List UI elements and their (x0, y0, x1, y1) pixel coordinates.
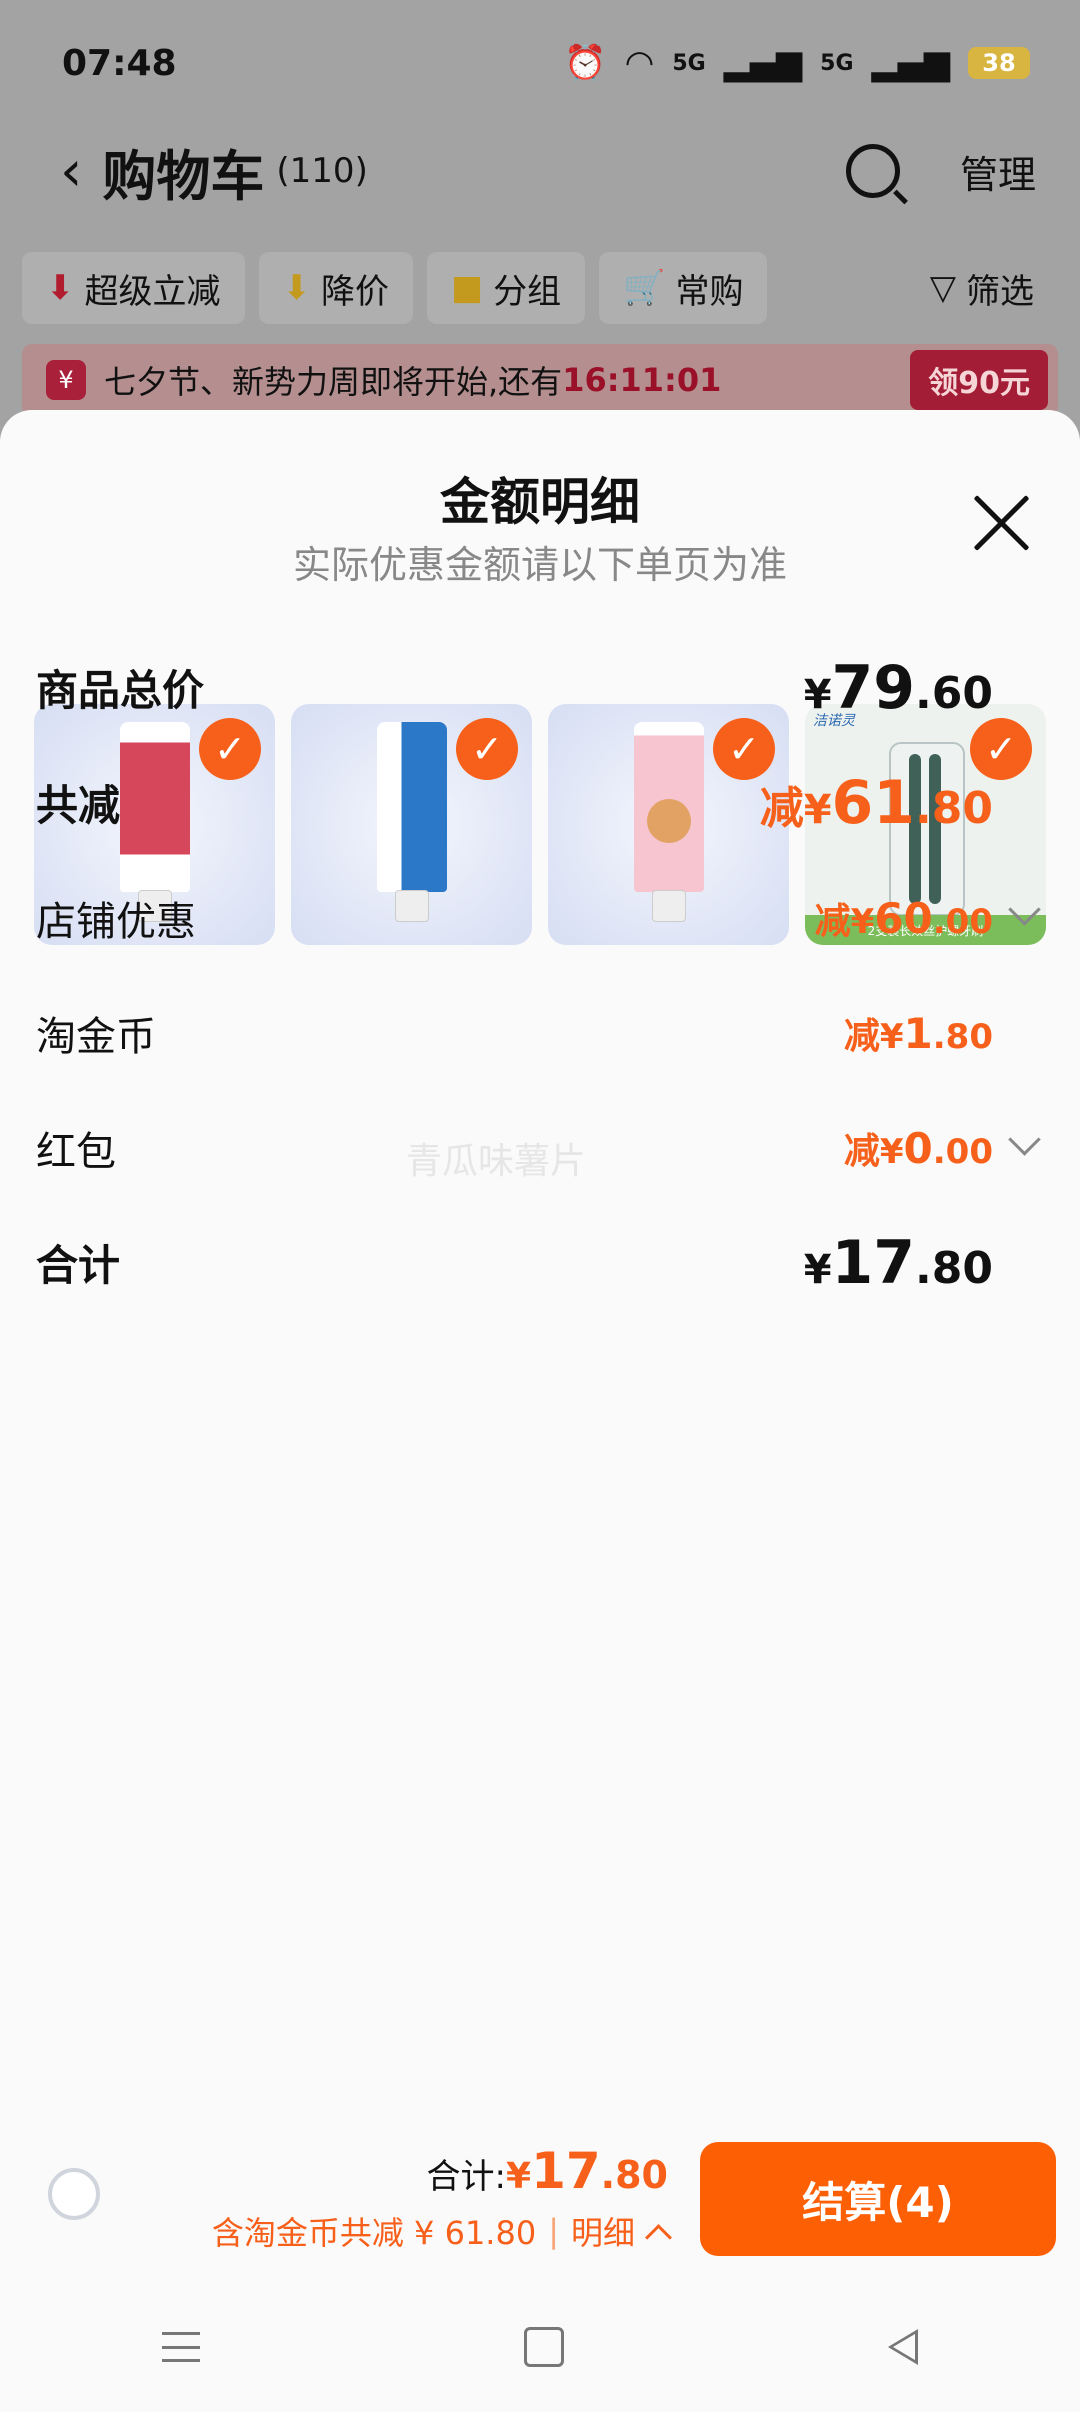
sheet-title: 金额明细 (440, 473, 640, 531)
savings-text: 含淘金币共减 ¥ 61.80 (211, 2214, 537, 2252)
arrow-down-yellow-icon: ⬇ (282, 268, 312, 308)
chip-group[interactable]: ■ 分组 (427, 252, 586, 324)
alarm-icon: ⏰ (564, 43, 607, 83)
row-label: 合计 (36, 1241, 121, 1290)
filter-button[interactable]: ▽ 筛选 (906, 252, 1058, 324)
sheet-subtitle: 实际优惠金额请以下单页为准 (292, 543, 787, 587)
chip-label: 常购 (675, 271, 744, 312)
arrow-down-red-icon: ⬇ (46, 268, 75, 308)
sum-currency: ¥ (506, 2156, 532, 2197)
row-label: 店铺优惠 (36, 898, 196, 945)
chip-super-discount[interactable]: ⬇ 超级立减 (22, 252, 245, 324)
row-label: 红包 (36, 1128, 116, 1175)
chip-label: 降价 (321, 271, 389, 312)
cart-page-background: 07:48 ⏰ ◠ 5G ▂▄▆ 5G ▂▄▆ 38 ‹ 购物车 (110) 管… (0, 0, 1080, 450)
folder-icon: ■ (451, 268, 484, 308)
promo-banner[interactable]: ¥ 七夕节、新势力周即将开始,还有 16:11:01 领90元 (22, 344, 1058, 416)
row-red-packet[interactable]: 红包 减 ¥0.00 (36, 1090, 1041, 1205)
back-icon[interactable]: ‹ (60, 139, 82, 204)
row-total-discount: 共减 减 ¥61.80 (36, 745, 1036, 860)
home-icon[interactable] (524, 2327, 564, 2367)
row-value: 减 ¥0.00 (843, 1123, 993, 1173)
signal-bars-icon-2: ▂▄▆ (871, 43, 950, 83)
row-value: ¥17.80 (803, 1227, 993, 1298)
cart-count: (110) (276, 151, 368, 191)
signal-5g-icon: 5G (672, 50, 706, 76)
manage-button[interactable]: 管理 (960, 144, 1036, 199)
row-shop-discount[interactable]: 店铺优惠 减 ¥60.00 (36, 860, 1041, 975)
clock: 07:48 (62, 42, 177, 84)
yen-icon: ¥ (46, 360, 86, 400)
cart-header: ‹ 购物车 (110) 管理 (60, 128, 1036, 214)
row-tao-coin: 淘金币 减 ¥1.80 (36, 975, 1036, 1090)
coupon-button[interactable]: 领90元 (910, 350, 1048, 410)
wifi-icon: ◠ (624, 43, 655, 83)
chevron-down-icon[interactable] (1008, 893, 1041, 926)
cart-icon: 🛒 (623, 268, 666, 308)
filter-label: 筛选 (966, 271, 1034, 312)
row-value: 减 ¥1.80 (843, 1008, 993, 1058)
row-label: 淘金币 (36, 1013, 156, 1060)
amount-rows: 商品总价 ¥79.60 共减 减 ¥61.80 店铺优惠 减 ¥60.00 淘金币 … (36, 630, 1041, 1320)
chip-label: 超级立减 (84, 271, 221, 312)
divider: | (548, 2212, 559, 2250)
detail-label: 明细 (570, 2214, 635, 2252)
chip-price-drop[interactable]: ⬇ 降价 (258, 252, 413, 324)
row-value: ¥79.60 (803, 652, 993, 723)
sum-dec: .80 (600, 2153, 668, 2197)
promo-timer: 16:11:01 (562, 361, 722, 399)
sum-line: 合计: ¥ 17 .80 (427, 2142, 668, 2200)
chevron-down-icon[interactable] (1008, 1123, 1041, 1156)
row-total-price: 商品总价 ¥79.60 (36, 630, 1036, 745)
system-nav-bar (0, 2282, 1080, 2412)
funnel-icon: ▽ (929, 268, 956, 308)
status-bar: 07:48 ⏰ ◠ 5G ▂▄▆ 5G ▂▄▆ 38 (62, 38, 1030, 88)
chip-frequent[interactable]: 🛒 常购 (599, 252, 768, 324)
row-value: 减 ¥61.80 (759, 767, 993, 838)
chip-label: 分组 (493, 271, 562, 312)
page-title: 购物车 (102, 144, 265, 208)
signal-bars-icon: ▂▄▆ (723, 43, 803, 83)
battery-icon: 38 (968, 47, 1030, 79)
promo-text: 七夕节、新势力周即将开始,还有 (104, 363, 563, 401)
sum-label: 合计: (426, 2157, 507, 2197)
sum-int: 17 (531, 2142, 601, 2200)
row-value: 减 ¥60.00 (814, 893, 993, 943)
row-grand-total: 合计 ¥17.80 (36, 1205, 1036, 1320)
signal-5g-icon-2: 5G (820, 50, 854, 76)
back-triangle-icon[interactable] (888, 2329, 918, 2365)
close-icon[interactable] (970, 492, 1032, 554)
menu-icon[interactable] (162, 2332, 200, 2362)
select-all-radio[interactable] (48, 2168, 100, 2220)
row-label: 商品总价 (36, 666, 205, 715)
filter-chips: ⬇ 超级立减 ⬇ 降价 ■ 分组 🛒 常购 ▽ 筛选 (22, 252, 1058, 324)
search-icon[interactable] (845, 144, 900, 198)
chevron-up-icon (645, 2223, 672, 2251)
checkout-button[interactable]: 结算(4) (700, 2142, 1056, 2256)
savings-detail-toggle[interactable]: 含淘金币共减 ¥ 61.80 | 明细 (211, 2208, 672, 2254)
row-label: 共减 (36, 781, 121, 830)
